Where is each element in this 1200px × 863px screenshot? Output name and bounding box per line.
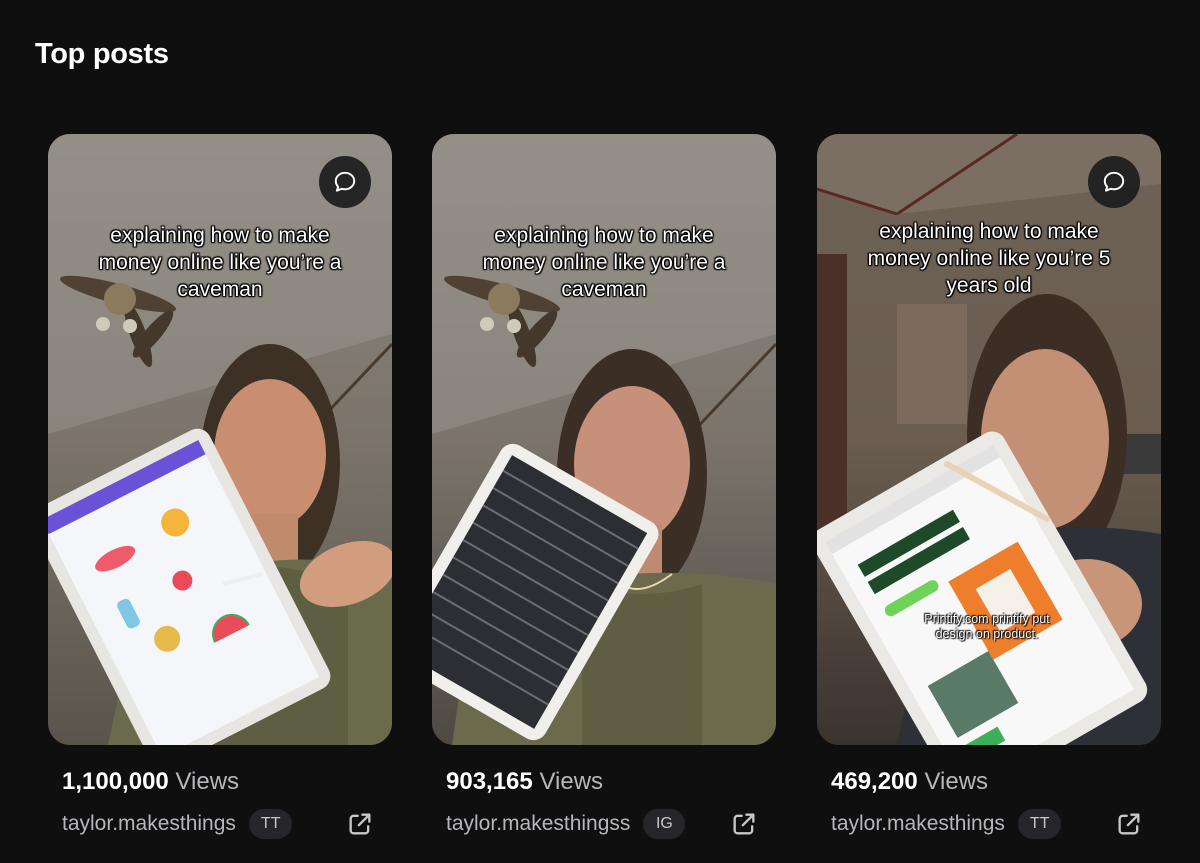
views-count: 903,165 Views — [446, 768, 776, 796]
post-card[interactable]: explaining how to make money online like… — [48, 134, 392, 839]
account-handle: taylor.makesthings — [62, 812, 236, 835]
post-meta: taylor.makesthingss IG — [432, 809, 776, 839]
post-meta: taylor.makesthings TT — [817, 809, 1161, 839]
views-label: Views — [924, 768, 989, 795]
post-card[interactable]: explaining how to make money online like… — [817, 134, 1161, 839]
post-stats: 903,165 Views — [432, 768, 776, 796]
platform-badge: IG — [643, 809, 686, 839]
platform-badge: TT — [1017, 809, 1062, 839]
views-count: 1,100,000 Views — [62, 768, 392, 796]
external-link-icon[interactable] — [1115, 810, 1143, 838]
video-caption: explaining how to make money online like… — [482, 224, 726, 301]
comment-bubble-icon — [1103, 171, 1125, 192]
account-handle: taylor.makesthingss — [446, 812, 631, 835]
comment-button[interactable] — [1088, 156, 1140, 208]
views-number: 1,100,000 — [62, 768, 169, 795]
post-thumbnail[interactable]: explaining how to make money online like… — [48, 134, 392, 745]
external-link-icon[interactable] — [730, 810, 758, 838]
post-card[interactable]: explaining how to make money online like… — [432, 134, 776, 839]
post-meta: taylor.makesthings TT — [48, 809, 392, 839]
external-link-icon[interactable] — [346, 810, 374, 838]
top-posts-grid: explaining how to make money online like… — [0, 0, 1200, 863]
video-overlay-text: Printify.com printify put design on prod… — [924, 612, 1050, 641]
video-caption: explaining how to make money online like… — [867, 220, 1111, 297]
views-count: 469,200 Views — [831, 768, 1161, 796]
post-stats: 1,100,000 Views — [48, 768, 392, 796]
views-label: Views — [175, 768, 240, 795]
platform-badge: TT — [248, 809, 293, 839]
comment-button[interactable] — [319, 156, 371, 208]
post-stats: 469,200 Views — [817, 768, 1161, 796]
account-handle: taylor.makesthings — [831, 812, 1005, 835]
views-number: 903,165 — [446, 768, 533, 795]
views-number: 469,200 — [831, 768, 918, 795]
post-thumbnail[interactable]: explaining how to make money online like… — [817, 134, 1161, 745]
video-caption: explaining how to make money online like… — [98, 224, 342, 301]
comment-bubble-icon — [334, 171, 356, 192]
views-label: Views — [539, 768, 604, 795]
post-thumbnail[interactable]: explaining how to make money online like… — [432, 134, 776, 745]
